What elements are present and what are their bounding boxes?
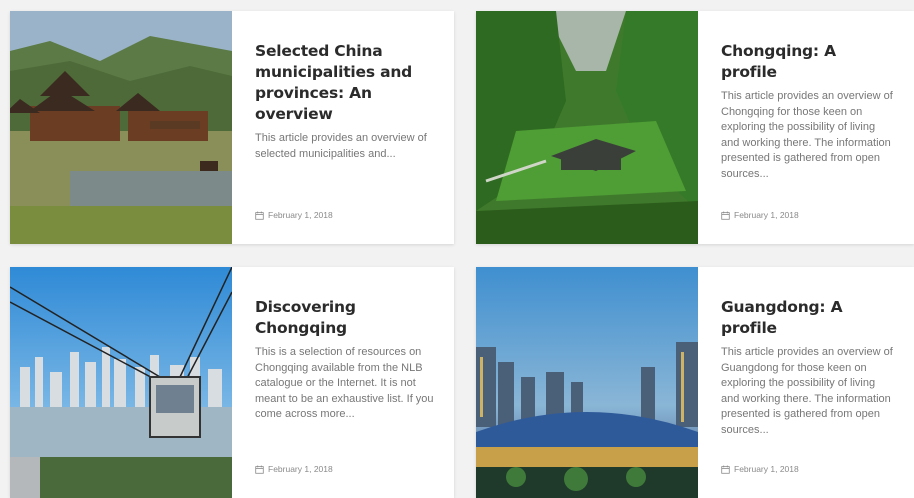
- article-thumbnail[interactable]: [10, 11, 232, 244]
- article-thumbnail[interactable]: [476, 267, 698, 498]
- article-thumbnail[interactable]: [476, 11, 698, 244]
- article-date: February 1, 2018: [721, 464, 799, 474]
- calendar-icon: [721, 211, 730, 220]
- article-excerpt: This article provides an overview of sel…: [255, 132, 427, 160]
- article-card[interactable]: Guangdong: A profile This article provid…: [476, 267, 914, 498]
- article-excerpt: This is a selection of resources on Chon…: [255, 346, 434, 420]
- calendar-icon: [721, 465, 730, 474]
- article-title[interactable]: Selected China municipalities and provin…: [255, 41, 434, 125]
- article-title[interactable]: Guangdong: A profile: [721, 297, 894, 339]
- article-date-text: February 1, 2018: [734, 464, 799, 474]
- article-title[interactable]: Discovering Chongqing: [255, 297, 434, 339]
- article-date: February 1, 2018: [721, 210, 799, 220]
- article-card[interactable]: Selected China municipalities and provin…: [10, 11, 454, 244]
- article-excerpt: This article provides an overview of Cho…: [721, 90, 893, 180]
- article-date-text: February 1, 2018: [268, 210, 333, 220]
- article-card[interactable]: Chongqing: A profile This article provid…: [476, 11, 914, 244]
- article-thumbnail[interactable]: [10, 267, 232, 498]
- article-date-text: February 1, 2018: [268, 464, 333, 474]
- article-card[interactable]: Discovering Chongqing This is a selectio…: [10, 267, 454, 498]
- calendar-icon: [255, 211, 264, 220]
- article-date: February 1, 2018: [255, 464, 333, 474]
- article-date: February 1, 2018: [255, 210, 333, 220]
- article-date-text: February 1, 2018: [734, 210, 799, 220]
- article-title[interactable]: Chongqing: A profile: [721, 41, 894, 83]
- calendar-icon: [255, 465, 264, 474]
- article-excerpt: This article provides an overview of Gua…: [721, 346, 893, 436]
